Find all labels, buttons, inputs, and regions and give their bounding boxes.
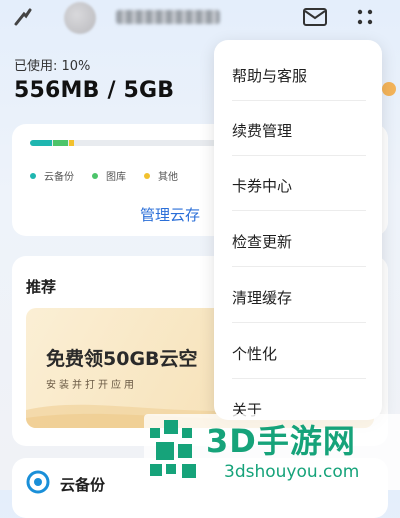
storage-usage-bar — [30, 140, 230, 146]
menu-item-label: 清理缓存 — [232, 289, 293, 307]
legend-item-other: 其他 — [144, 168, 178, 183]
usage-label: 已使用: 10% — [14, 59, 91, 74]
mail-icon[interactable] — [302, 6, 328, 28]
storage-segment-cloud-backup — [30, 140, 52, 146]
watermark-url: 3dshouyou.com — [224, 462, 360, 482]
more-options-menu: 帮助与客服 续费管理 卡券中心 检查更新 清理缓存 个性化 关于 — [214, 40, 382, 420]
legend-label: 图库 — [106, 172, 126, 183]
watermark-title: 3D手游网 — [206, 422, 356, 460]
cloud-backup-icon — [26, 470, 50, 494]
storage-legend: 云备份 图库 其他 — [30, 168, 178, 183]
recommend-title: 推荐 — [26, 278, 57, 296]
legend-label: 云备份 — [44, 172, 74, 183]
back-arrow-icon[interactable] — [12, 6, 34, 28]
manage-storage-link[interactable]: 管理云存 — [140, 204, 200, 225]
menu-item-label: 个性化 — [232, 345, 278, 363]
legend-label: 其他 — [158, 172, 178, 183]
username-blurred — [116, 10, 220, 24]
site-watermark: 3D手游网 3dshouyou.com — [144, 414, 400, 490]
storage-segment-gallery — [52, 140, 68, 146]
legend-item-gallery: 图库 — [92, 168, 126, 183]
more-grid-icon[interactable] — [354, 6, 376, 28]
menu-item-personalize[interactable]: 个性化 — [214, 324, 382, 378]
cloud-backup-label: 云备份 — [60, 476, 106, 494]
avatar[interactable] — [64, 2, 96, 34]
menu-item-renewal[interactable]: 续费管理 — [214, 101, 382, 155]
menu-divider — [232, 210, 366, 211]
menu-item-label: 续费管理 — [232, 122, 293, 140]
promo-subtitle: 安装并打开应用 — [46, 380, 137, 391]
storage-segment-other — [68, 140, 74, 146]
menu-item-label: 帮助与客服 — [232, 67, 308, 85]
menu-item-label: 检查更新 — [232, 233, 293, 251]
watermark-logo-icon — [150, 420, 196, 478]
menu-item-help-support[interactable]: 帮助与客服 — [214, 46, 382, 100]
notification-dot — [382, 82, 396, 96]
promo-title: 免费领50GB云空 — [46, 348, 198, 370]
menu-item-clear-cache[interactable]: 清理缓存 — [214, 268, 382, 322]
menu-item-label: 卡券中心 — [232, 177, 293, 195]
legend-item-cloud-backup: 云备份 — [30, 168, 74, 183]
menu-item-check-update[interactable]: 检查更新 — [214, 212, 382, 266]
menu-divider — [232, 378, 366, 379]
top-bar — [0, 0, 400, 36]
menu-divider — [232, 266, 366, 267]
legend-dot — [144, 172, 150, 179]
usage-value: 556MB / 5GB — [14, 78, 175, 103]
legend-dot — [92, 172, 98, 179]
legend-dot — [30, 172, 36, 179]
menu-item-coupons[interactable]: 卡券中心 — [214, 156, 382, 210]
menu-divider — [232, 322, 366, 323]
